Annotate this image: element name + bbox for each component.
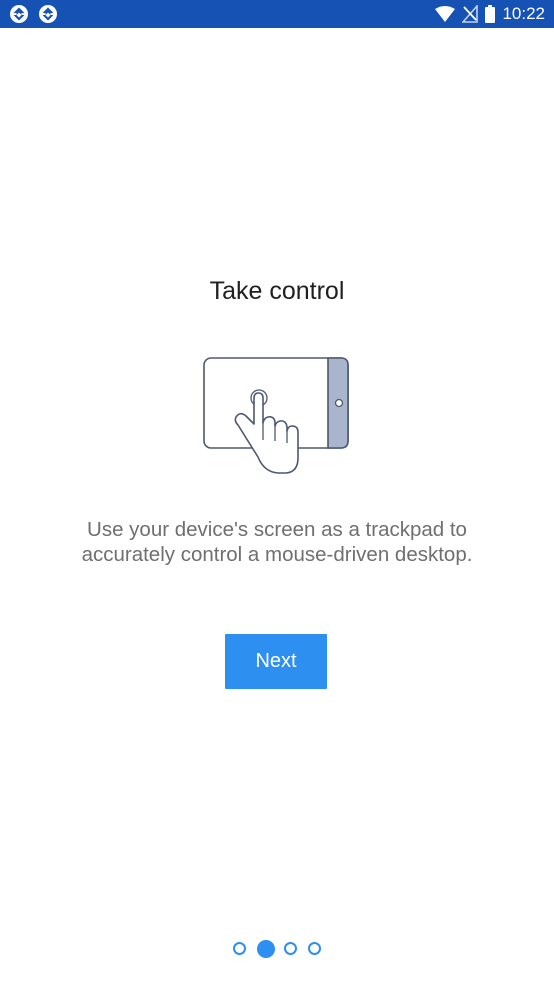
battery-icon <box>485 5 496 23</box>
app-notification-icon <box>39 5 57 23</box>
clock: 10:22 <box>502 4 545 23</box>
tablet-touch-hand-icon <box>203 357 349 474</box>
onboarding-description: Use your device's screen as a trackpad t… <box>81 518 473 566</box>
page-dot[interactable] <box>308 942 321 955</box>
next-button[interactable]: Next <box>225 634 327 689</box>
page-title: Take control <box>209 277 345 305</box>
wifi-icon <box>435 6 456 22</box>
app-notification-icon <box>10 5 28 23</box>
status-bar: 10:22 <box>0 0 554 28</box>
no-signal-icon <box>462 5 479 23</box>
page-dot-active[interactable] <box>257 940 275 958</box>
page-dot[interactable] <box>284 942 297 955</box>
page-indicator <box>0 939 554 959</box>
page-dot[interactable] <box>233 942 246 955</box>
